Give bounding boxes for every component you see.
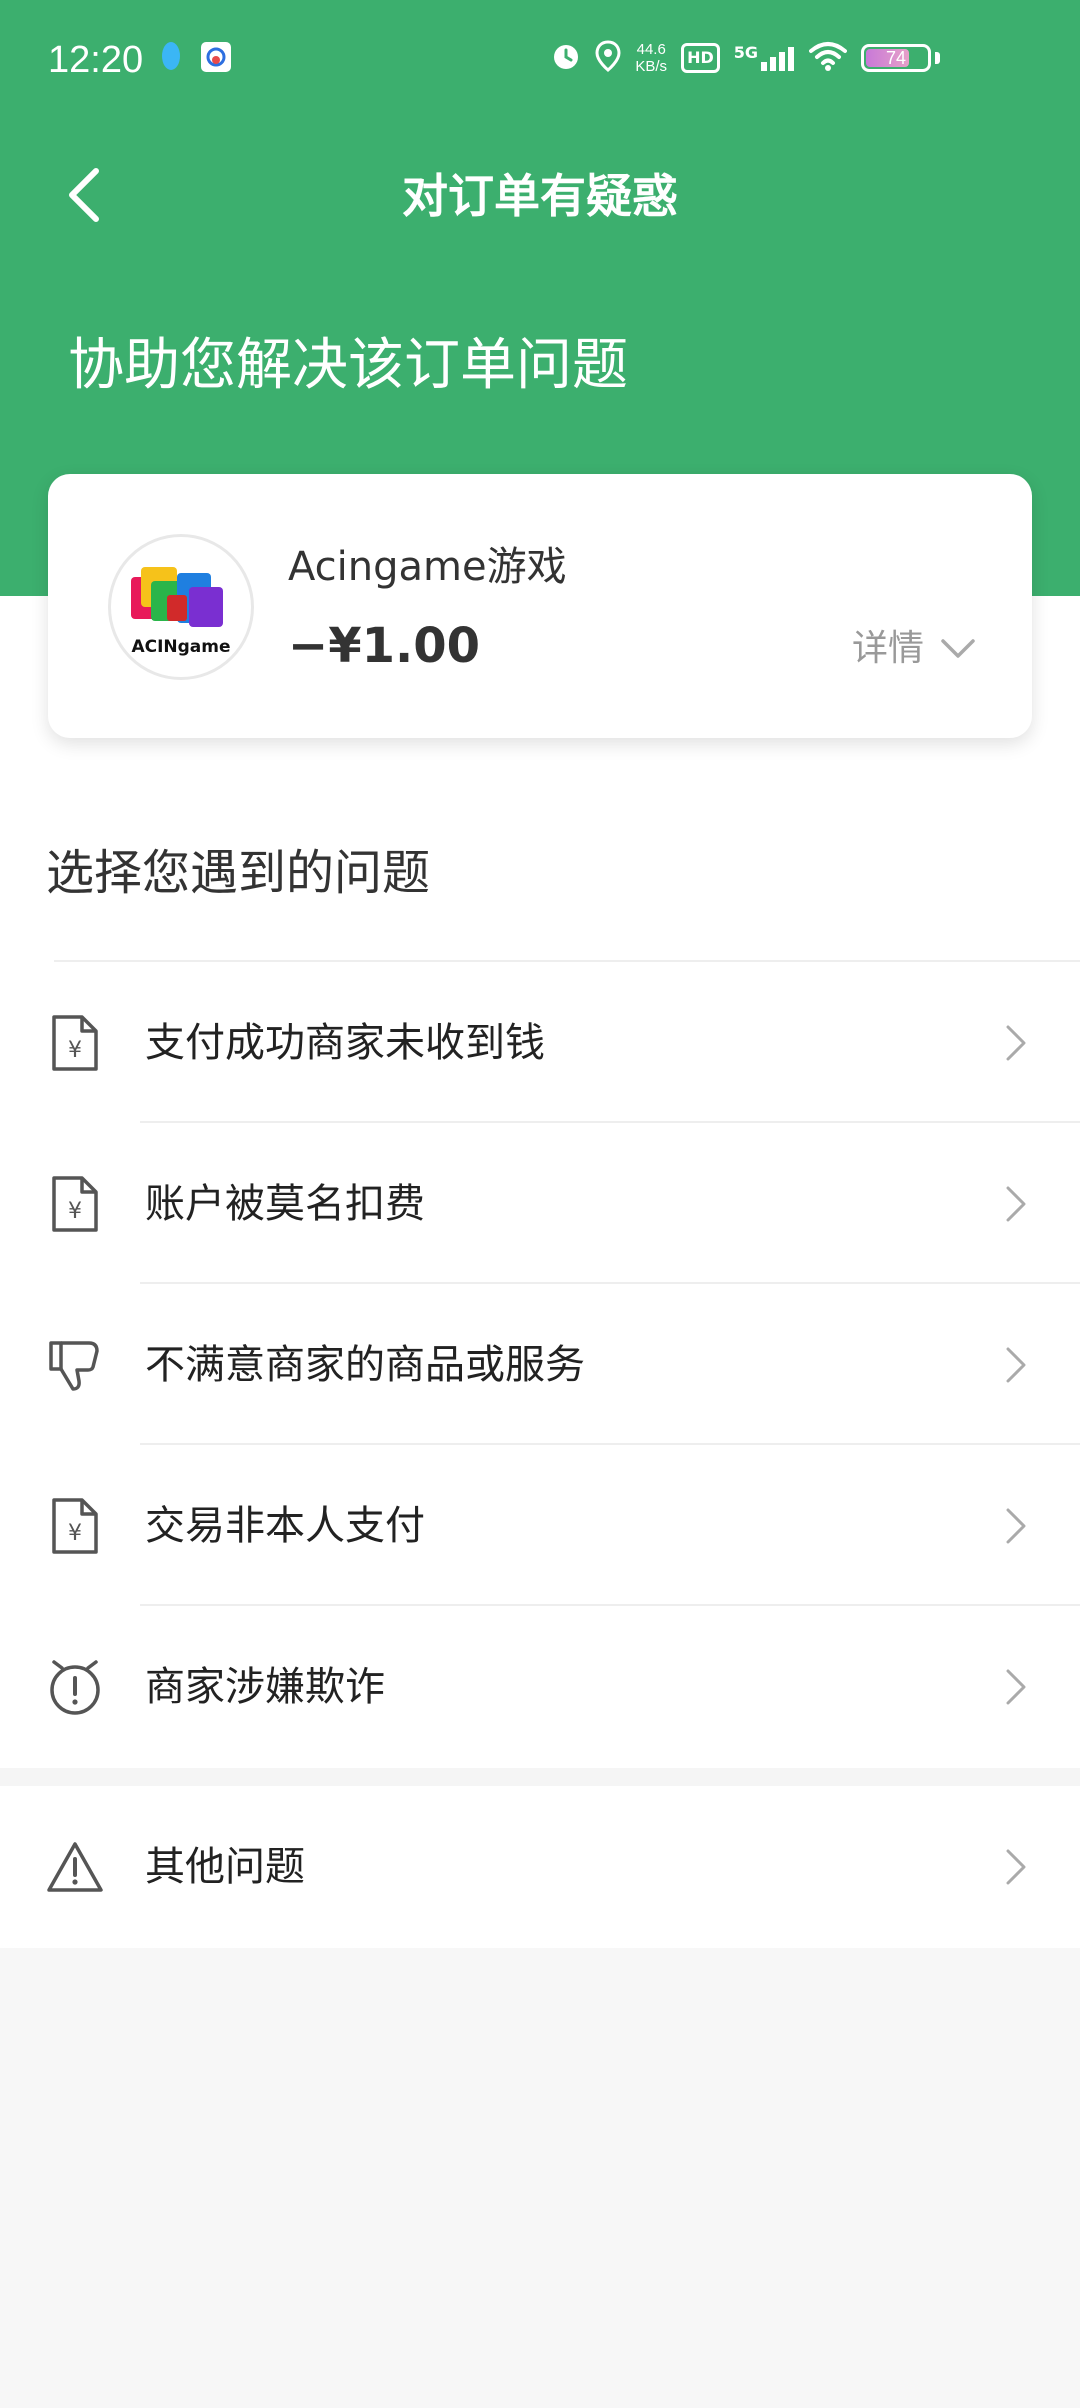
wifi-icon [809,41,847,75]
issue-label: 不满意商家的商品或服务 [145,1341,585,1388]
issue-label: 支付成功商家未收到钱 [145,1019,545,1066]
status-indicators: 44.6 KB/s HD 5G 74 [551,40,940,76]
network-speed-unit: KB/s [635,58,668,75]
merchant-logo: ACINgame [108,534,254,680]
svg-text:¥: ¥ [68,1199,82,1224]
issue-label: 其他问题 [145,1844,305,1890]
merchant-name: Acingame游戏 [288,544,567,590]
yuan-document-icon: ¥ [44,1173,106,1235]
chevron-right-icon [1004,1847,1028,1887]
signal-icon: 5G [734,45,795,71]
issue-label: 账户被莫名扣费 [145,1180,425,1227]
issue-item-other[interactable]: 其他问题 [0,1786,1080,1948]
header-subtitle: 协助您解决该订单问题 [68,333,628,398]
order-amount: −¥1.00 [288,618,481,674]
issue-label: 商家涉嫌欺诈 [145,1663,385,1710]
qq-icon [160,40,182,78]
app-notification-icon [200,41,232,77]
network-type-label: 5G [733,43,758,62]
svg-text:¥: ¥ [68,1038,82,1063]
issue-item-unsatisfied-service[interactable]: 不满意商家的商品或服务 [0,1284,1080,1445]
status-bar: 12:20 44.6 KB/s HD 5G 74 [0,0,1080,120]
chevron-right-icon [1004,1667,1028,1707]
issue-list: ¥ 支付成功商家未收到钱 ¥ 账户被莫名扣费 不满意商家的商品或服务 ¥ 交易非… [0,962,1080,1767]
issue-label: 交易非本人支付 [145,1502,425,1549]
warning-triangle-icon [44,1836,106,1898]
section-heading: 选择您遇到的问题 [46,845,431,901]
details-toggle[interactable]: 详情 [852,624,976,674]
issue-item-not-self-payment[interactable]: ¥ 交易非本人支付 [0,1445,1080,1606]
network-speed: 44.6 KB/s [635,41,667,75]
issue-item-merchant-fraud[interactable]: 商家涉嫌欺诈 [0,1606,1080,1767]
chevron-right-icon [1004,1184,1028,1224]
chevron-right-icon [1004,1506,1028,1546]
chevron-right-icon [1004,1345,1028,1385]
issue-item-payment-not-received[interactable]: ¥ 支付成功商家未收到钱 [0,962,1080,1123]
yuan-document-icon: ¥ [44,1495,106,1557]
chevron-down-icon [940,624,976,674]
alarm-icon [551,41,581,75]
logo-text: ACINgame [131,637,230,657]
chevron-right-icon [1004,1023,1028,1063]
status-time: 12:20 [48,39,144,81]
section-gap [0,1768,1080,1786]
page-title: 对订单有疑惑 [402,169,678,223]
acingame-logo-icon: ACINgame [131,567,231,657]
svg-text:¥: ¥ [68,1521,82,1546]
thumbs-down-icon [44,1334,106,1396]
order-card: ACINgame Acingame游戏 −¥1.00 详情 [48,474,1032,738]
battery-level: 74 [885,48,907,68]
hd-badge: HD [681,43,720,73]
battery-icon: 74 [861,44,931,72]
network-speed-value: 44.6 [636,41,666,58]
notification-icons [160,40,232,78]
details-label: 详情 [851,628,924,669]
battery-tip [935,52,940,64]
yuan-document-icon: ¥ [44,1012,106,1074]
location-icon [595,40,621,76]
issue-item-unexplained-charge[interactable]: ¥ 账户被莫名扣费 [0,1123,1080,1284]
alarm-exclamation-icon [44,1656,106,1718]
